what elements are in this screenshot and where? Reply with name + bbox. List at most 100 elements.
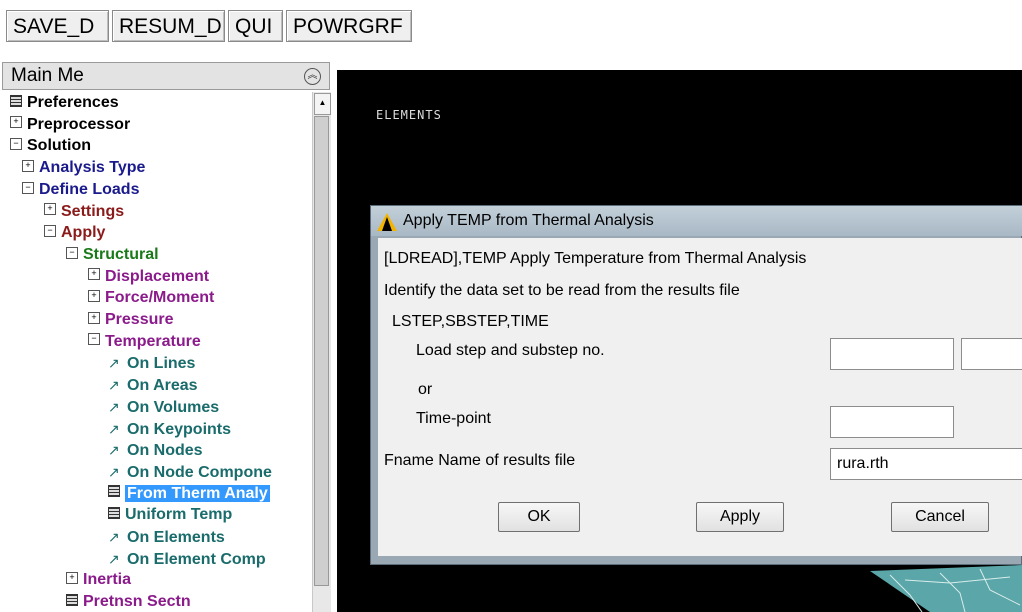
scroll-thumb[interactable] [314, 116, 329, 586]
menu-item-label: Solution [27, 137, 91, 155]
resume-db-button[interactable]: RESUM_D [112, 10, 225, 42]
menu-item[interactable]: + Inertia [66, 569, 131, 591]
menu-item[interactable]: Pretnsn Sectn [66, 591, 191, 612]
pick-arrow-icon: ↗ [108, 355, 120, 372]
time-point-input[interactable] [830, 406, 954, 438]
menu-item-label: On Elements [127, 529, 225, 546]
menu-item[interactable]: Uniform Temp [108, 504, 232, 526]
collapse-icon[interactable]: − [22, 181, 34, 194]
pick-arrow-icon: ↗ [108, 398, 120, 415]
toolbar: SAVE_D RESUM_D QUI POWRGRF [0, 0, 1022, 62]
dialog-body: [LDREAD],TEMP Apply Temperature from The… [378, 238, 1022, 556]
menu-item[interactable]: ↗ On Keypoints [108, 418, 231, 440]
collapse-icon[interactable]: − [10, 138, 22, 151]
graphics-label: ELEMENTS [376, 108, 442, 122]
dialog-titlebar[interactable]: Apply TEMP from Thermal Analysis [371, 206, 1022, 236]
menu-item[interactable]: From Therm Analy [108, 483, 270, 505]
menu-item[interactable]: ↗ On Element Comp [108, 548, 266, 570]
menu-item[interactable]: ↗ On Elements [108, 526, 225, 548]
menu-item[interactable]: + Preprocessor [10, 114, 130, 136]
menu-item[interactable]: + Force/Moment [88, 287, 214, 309]
scroll-up-arrow-icon[interactable]: ▲ [314, 93, 331, 115]
dialog-command-icon [66, 593, 78, 606]
menu-item-label: Inertia [83, 571, 132, 589]
substep-input[interactable] [961, 338, 1022, 370]
menu-item[interactable]: − Solution [10, 135, 91, 157]
menu-item[interactable]: ↗ On Lines [108, 352, 195, 374]
ansys-logo-icon [377, 213, 397, 231]
menu-item-label: Structural [83, 245, 159, 263]
expand-icon[interactable]: + [22, 159, 34, 172]
expand-icon[interactable]: + [88, 290, 100, 303]
menu-item[interactable]: ↗ On Node Compone [108, 461, 272, 483]
dialog-title: Apply TEMP from Thermal Analysis [403, 212, 654, 229]
menu-item[interactable]: − Temperature [88, 331, 201, 353]
menu-item-label: Preprocessor [27, 115, 131, 133]
pick-arrow-icon: ↗ [108, 377, 120, 394]
expand-icon[interactable]: + [88, 268, 100, 281]
menu-item-label: On Node Compone [127, 463, 272, 481]
menu-item-label: Define Loads [39, 180, 140, 198]
menu-item[interactable]: + Pressure [88, 309, 174, 331]
menu-item[interactable]: ↗ On Nodes [108, 439, 203, 461]
menu-item-label: On Areas [127, 377, 198, 395]
menu-item-label: Temperature [105, 332, 201, 350]
main-menu-panel: Main Me ︽ Preferences + Preprocessor − Solut… [0, 62, 333, 612]
save-db-button[interactable]: SAVE_D [6, 10, 109, 42]
menu-item-label: Apply [61, 224, 106, 242]
menu-item[interactable]: + Analysis Type [22, 157, 145, 179]
apply-temp-dialog: Apply TEMP from Thermal Analysis [LDREAD… [370, 205, 1022, 565]
fname-label: Fname Name of results file [384, 452, 576, 469]
menu-item[interactable]: + Settings [44, 201, 124, 223]
cancel-button[interactable]: Cancel [891, 502, 989, 532]
menu-item-label: Uniform Temp [125, 506, 233, 524]
menu-item-label: Pretnsn Sectn [83, 593, 191, 611]
main-menu-scrollbar[interactable]: ▲ [312, 92, 331, 612]
dialog-heading: [LDREAD],TEMP Apply Temperature from The… [384, 250, 807, 267]
collapse-icon[interactable]: − [44, 224, 56, 237]
collapse-icon[interactable]: − [88, 333, 100, 346]
powrgrph-button[interactable]: POWRGRF [286, 10, 412, 42]
lstep-group-label: LSTEP,SBSTEP,TIME [392, 313, 549, 330]
dialog-command-icon [10, 94, 22, 107]
menu-item-label: Analysis Type [39, 159, 146, 177]
dialog-command-icon [108, 507, 120, 520]
dialog-command-icon [108, 485, 120, 498]
dialog-instruction: Identify the data set to be read from th… [384, 282, 740, 299]
double-chevron-up-icon[interactable]: ︽ [304, 68, 321, 85]
menu-item-label: Force/Moment [105, 289, 215, 307]
load-step-label: Load step and substep no. [416, 342, 605, 359]
main-menu-tree: Preferences + Preprocessor − Solution + Analys… [0, 92, 312, 612]
menu-item-label: On Element Comp [127, 550, 266, 568]
menu-item-label: Preferences [27, 94, 119, 111]
pick-arrow-icon: ↗ [108, 529, 120, 545]
menu-item[interactable]: − Define Loads [22, 179, 139, 201]
main-menu-title: Main Me [11, 65, 84, 86]
load-step-input[interactable] [830, 338, 954, 370]
expand-icon[interactable]: + [10, 116, 22, 129]
expand-icon[interactable]: + [66, 572, 78, 585]
menu-item[interactable]: − Structural [66, 244, 159, 266]
menu-item-label: Settings [61, 202, 125, 220]
menu-item-label: On Nodes [127, 442, 203, 460]
main-menu-header: Main Me ︽ [2, 62, 330, 90]
menu-item-label: Pressure [105, 311, 174, 328]
pick-arrow-icon: ↗ [108, 550, 120, 567]
or-label: or [418, 381, 433, 398]
menu-item[interactable]: Preferences [10, 92, 119, 114]
time-point-label: Time-point [416, 410, 491, 427]
menu-item-label: On Volumes [127, 398, 220, 416]
menu-item[interactable]: + Displacement [88, 266, 209, 288]
menu-item[interactable]: − Apply [44, 222, 105, 244]
expand-icon[interactable]: + [44, 203, 56, 216]
menu-item[interactable]: ↗ On Areas [108, 374, 198, 396]
mesh-fragment [870, 565, 1022, 612]
collapse-icon[interactable]: − [66, 246, 78, 259]
apply-button[interactable]: Apply [696, 502, 784, 532]
expand-icon[interactable]: + [88, 311, 100, 324]
ok-button[interactable]: OK [498, 502, 580, 532]
pick-arrow-icon: ↗ [108, 420, 120, 437]
fname-input[interactable]: rura.rth [830, 448, 1022, 480]
quit-button[interactable]: QUI [228, 10, 283, 42]
menu-item[interactable]: ↗ On Volumes [108, 396, 219, 418]
